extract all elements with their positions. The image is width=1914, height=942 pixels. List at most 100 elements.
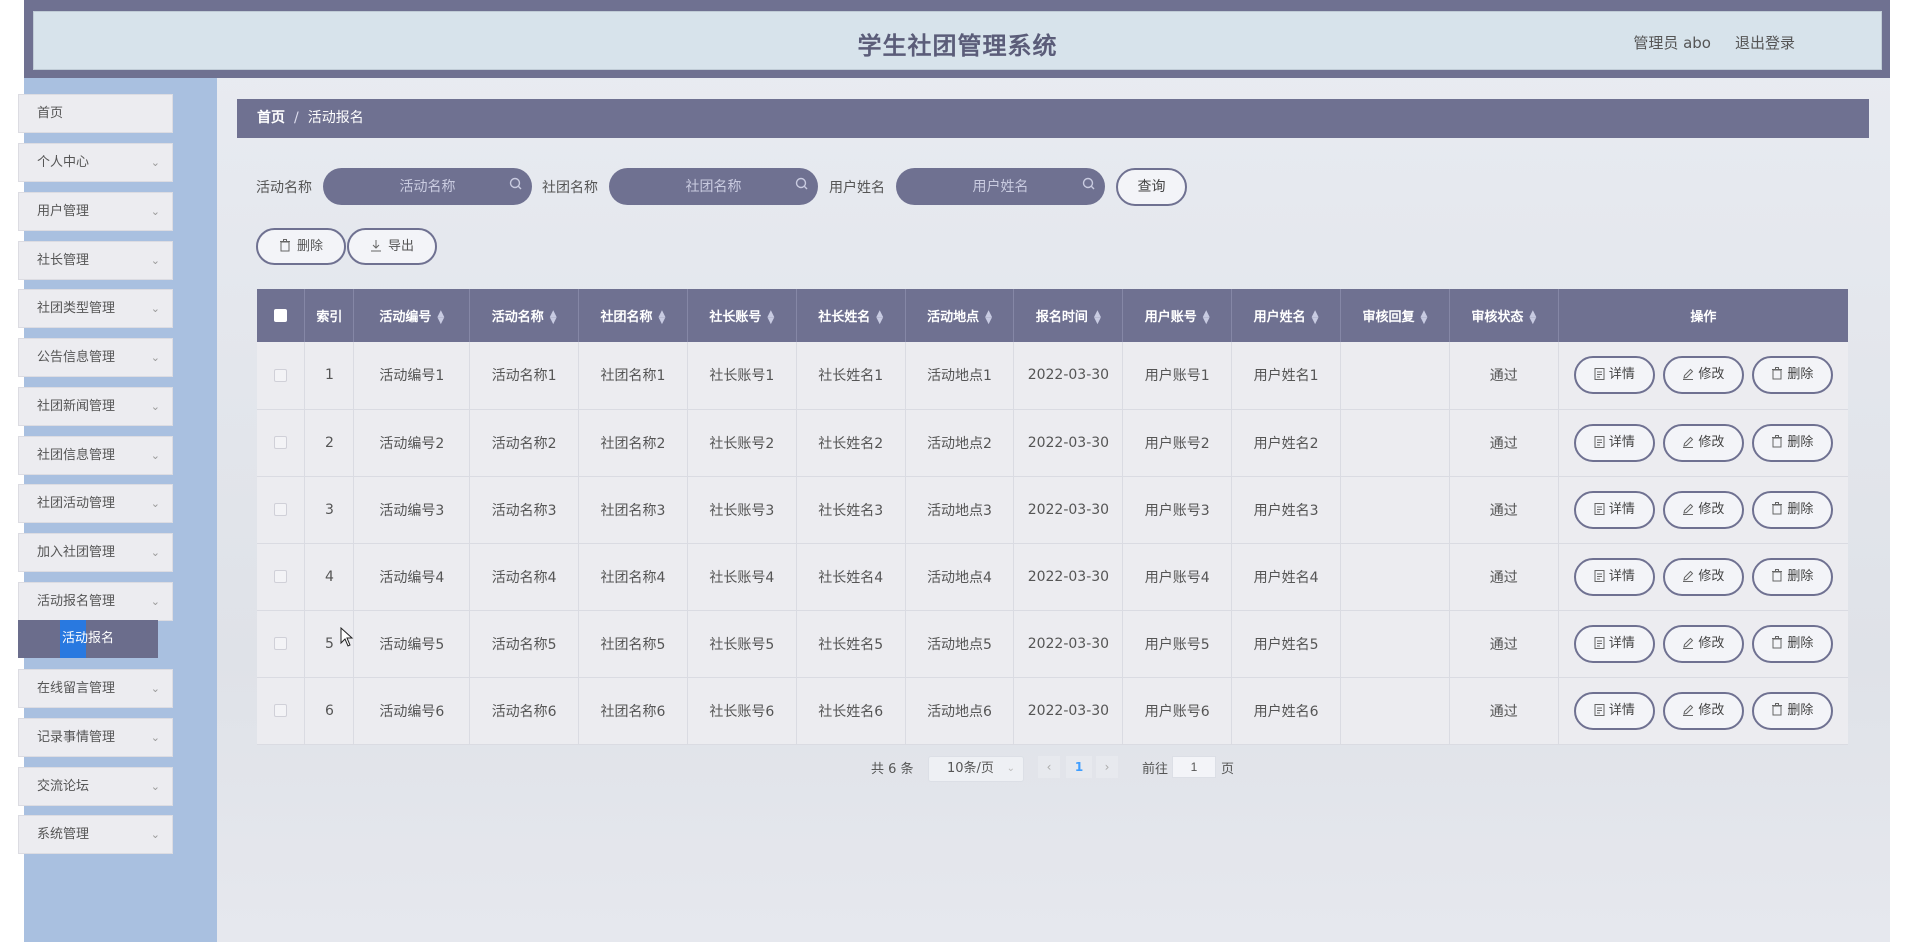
delete-button[interactable]: 删除	[1751, 691, 1833, 730]
batch-delete-button[interactable]: 删除	[256, 228, 346, 265]
column-header[interactable]: 用户账号 ▲ ▼	[1122, 289, 1233, 342]
table-cell: 社团名称5	[578, 610, 688, 678]
prev-page-button[interactable]: ‹	[1038, 756, 1060, 778]
column-header[interactable]: 审核状态 ▲ ▼	[1449, 289, 1559, 342]
detail-label: 详情	[1608, 635, 1635, 651]
edit-button[interactable]: 修改	[1662, 356, 1744, 395]
table-cell: 通过	[1449, 476, 1559, 544]
detail-button[interactable]: 详情	[1573, 423, 1655, 462]
table-row: 6 活动编号6 活动名称6 社团名称6 社长账号6 社长姓名6 活动地点6 2022-03-3…	[257, 677, 1848, 745]
sidebar-item[interactable]: 社团信息管理 ⌄	[18, 436, 173, 475]
sort-icon[interactable]: ▲ ▼	[437, 309, 444, 325]
detail-label: 详情	[1608, 501, 1635, 517]
club-name-input[interactable]	[609, 168, 818, 205]
delete-button[interactable]: 删除	[1751, 557, 1833, 596]
sort-icon[interactable]: ▲ ▼	[1312, 309, 1319, 325]
detail-button[interactable]: 详情	[1573, 356, 1655, 395]
column-header[interactable]: 社团名称 ▲ ▼	[578, 289, 688, 342]
sidebar-item[interactable]: 在线留言管理 ⌄	[18, 669, 173, 708]
user-name-input[interactable]	[896, 168, 1105, 205]
activity-name-input[interactable]	[323, 168, 532, 205]
sidebar-subitem-activity-registration[interactable]: 活动报名	[18, 620, 158, 658]
row-checkbox[interactable]	[274, 570, 288, 583]
sort-icon[interactable]: ▲ ▼	[1420, 309, 1427, 325]
row-checkbox[interactable]	[274, 436, 288, 449]
delete-button[interactable]: 删除	[1751, 423, 1833, 462]
row-checkbox[interactable]	[274, 704, 288, 717]
search-icon	[795, 177, 808, 190]
sort-icon[interactable]: ▲ ▼	[876, 309, 883, 325]
user-name-label: 用户姓名	[829, 180, 885, 196]
sidebar-item[interactable]: 记录事情管理 ⌄	[18, 718, 173, 757]
sidebar-item[interactable]: 社长管理 ⌄	[18, 241, 173, 280]
column-header[interactable]: 用户姓名 ▲ ▼	[1231, 289, 1342, 342]
sort-icon[interactable]: ▲ ▼	[550, 309, 557, 325]
column-header-label: 用户账号	[1144, 310, 1197, 325]
column-header[interactable]: 活动编号 ▲ ▼	[353, 289, 471, 342]
column-header[interactable]: 报名时间 ▲ ▼	[1013, 289, 1124, 342]
sort-icon[interactable]: ▲ ▼	[1203, 309, 1210, 325]
sidebar-item[interactable]: 社团活动管理 ⌄	[18, 484, 173, 523]
detail-button[interactable]: 详情	[1573, 490, 1655, 529]
pencil-icon	[1683, 369, 1694, 381]
next-page-button[interactable]: ›	[1096, 756, 1118, 778]
delete-button[interactable]: 删除	[1751, 624, 1833, 663]
select-all-checkbox[interactable]	[274, 309, 288, 322]
sort-icon[interactable]: ▲ ▼	[1529, 309, 1536, 325]
row-checkbox[interactable]	[274, 503, 288, 516]
sidebar-item-label: 社团类型管理	[37, 301, 116, 316]
sort-icon[interactable]: ▲ ▼	[767, 309, 774, 325]
column-header[interactable]: 审核回复 ▲ ▼	[1340, 289, 1450, 342]
page-number-1[interactable]: 1	[1066, 756, 1092, 778]
sidebar-item[interactable]: 交流论坛 ⌄	[18, 767, 173, 806]
sort-icon[interactable]: ▲ ▼	[985, 309, 992, 325]
edit-button[interactable]: 修改	[1662, 557, 1744, 596]
detail-button[interactable]: 详情	[1573, 691, 1655, 730]
table-cell: 社团名称6	[578, 677, 688, 745]
breadcrumb-home[interactable]: 首页	[257, 110, 285, 126]
edit-button[interactable]: 修改	[1662, 624, 1744, 663]
export-button[interactable]: 导出	[347, 228, 437, 265]
delete-button[interactable]: 删除	[1751, 356, 1833, 395]
sidebar-item[interactable]: 加入社团管理 ⌄	[18, 533, 173, 572]
page-size-select[interactable]: 10条/页 ⌄	[928, 756, 1024, 782]
sort-icon[interactable]: ▲ ▼	[659, 309, 666, 325]
sidebar-item[interactable]: 社团类型管理 ⌄	[18, 289, 173, 328]
column-header: 操作	[1558, 289, 1848, 342]
page-size-value: 10条/页	[947, 761, 994, 776]
detail-button[interactable]: 详情	[1573, 624, 1655, 663]
table-cell: 活动编号3	[353, 476, 471, 544]
edit-button[interactable]: 修改	[1662, 423, 1744, 462]
sidebar-item[interactable]: 个人中心 ⌄	[18, 143, 173, 182]
row-checkbox[interactable]	[274, 637, 288, 650]
sidebar-item[interactable]: 首页	[18, 94, 173, 133]
sidebar-item-label: 社团新闻管理	[37, 399, 116, 414]
goto-page-input[interactable]	[1172, 756, 1216, 778]
row-checkbox[interactable]	[274, 368, 288, 382]
sidebar-item[interactable]: 公告信息管理 ⌄	[18, 338, 173, 377]
sidebar-item[interactable]: 用户管理 ⌄	[18, 192, 173, 231]
column-header[interactable]: 活动地点 ▲ ▼	[905, 289, 1015, 342]
sidebar-item[interactable]: 活动报名管理 ⌄	[18, 582, 173, 621]
sort-icon[interactable]: ▲ ▼	[1094, 309, 1101, 325]
column-header[interactable]: 活动名称 ▲ ▼	[469, 289, 580, 342]
edit-button[interactable]: 修改	[1662, 490, 1744, 529]
goto-unit: 页	[1221, 762, 1235, 777]
query-button[interactable]: 查询	[1116, 168, 1187, 206]
edit-button[interactable]: 修改	[1662, 691, 1744, 730]
column-header[interactable]: 社长姓名 ▲ ▼	[796, 289, 906, 342]
detail-button[interactable]: 详情	[1573, 557, 1655, 596]
row-select-cell	[257, 543, 306, 611]
logout-link[interactable]: 退出登录	[1735, 32, 1795, 53]
sidebar-item[interactable]: 系统管理 ⌄	[18, 815, 173, 854]
table-cell: 社长姓名5	[796, 610, 906, 678]
detail-label: 详情	[1608, 568, 1635, 584]
delete-button[interactable]: 删除	[1751, 490, 1833, 529]
document-icon	[1594, 569, 1605, 582]
column-header[interactable]: 社长账号 ▲ ▼	[687, 289, 797, 342]
sidebar-item[interactable]: 社团新闻管理 ⌄	[18, 387, 173, 426]
edit-label: 修改	[1698, 568, 1725, 584]
table-row: 5 活动编号5 活动名称5 社团名称5 社长账号5 社长姓名5 活动地点5 2022-03-3…	[257, 610, 1848, 678]
sidebar-subitem-label: 活动报名	[61, 631, 114, 646]
edit-label: 修改	[1698, 434, 1725, 450]
